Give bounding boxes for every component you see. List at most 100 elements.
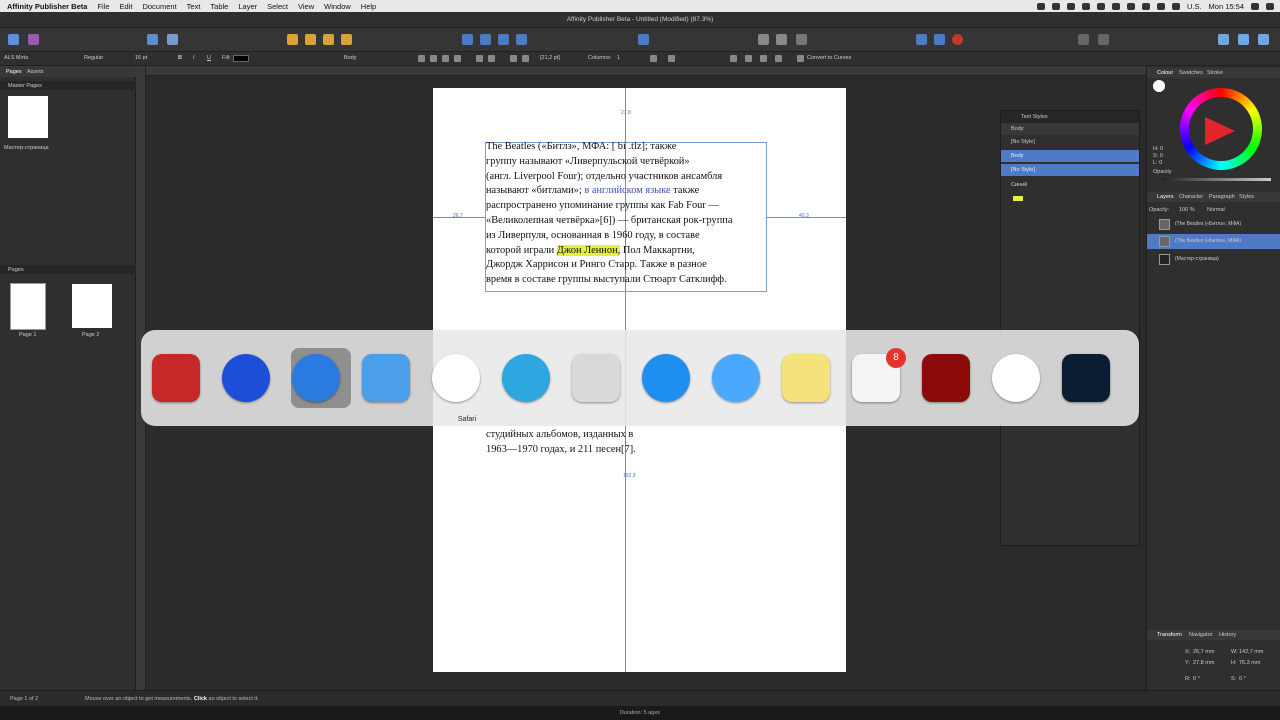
menu-table[interactable]: Table: [205, 2, 233, 11]
video-editor-icon[interactable]: [216, 348, 276, 408]
text-style-row[interactable]: [No Style]: [1001, 136, 1139, 148]
w-field[interactable]: 142,7 mm: [1239, 649, 1263, 655]
align-icon[interactable]: [638, 34, 649, 45]
insert-icon[interactable]: [776, 34, 787, 45]
y-field[interactable]: 27,8 mm: [1193, 660, 1214, 666]
text-flow-icon[interactable]: [650, 55, 657, 62]
master-page-thumbnail[interactable]: [8, 96, 48, 138]
safari-icon[interactable]: [286, 348, 346, 408]
menu-app-name[interactable]: Affinity Publisher Beta: [2, 2, 92, 11]
mail-icon[interactable]: [566, 348, 626, 408]
headphones-icon[interactable]: [1111, 2, 1120, 10]
underline-button[interactable]: U: [207, 55, 211, 61]
tab-history[interactable]: History: [1219, 632, 1236, 638]
flip-icon[interactable]: [480, 34, 491, 45]
align-center-icon[interactable]: [430, 55, 437, 62]
cloud-icon[interactable]: [1081, 2, 1090, 10]
text-style-row[interactable]: Body: [1001, 150, 1139, 162]
indent-icon[interactable]: [510, 55, 517, 62]
snapping-icon[interactable]: [952, 34, 963, 45]
search-icon[interactable]: [1251, 2, 1259, 10]
font-size-select[interactable]: 16 pt: [135, 55, 147, 61]
numbering-icon[interactable]: [488, 55, 495, 62]
pages-section[interactable]: Pages: [0, 265, 136, 274]
menu-document[interactable]: Document: [137, 2, 181, 11]
pilcrow-icon[interactable]: [668, 55, 675, 62]
flip-icon[interactable]: [462, 34, 473, 45]
shear-field[interactable]: 0 °: [1239, 676, 1246, 682]
tab-paragraph[interactable]: Paragraph: [1209, 194, 1235, 200]
transform-icon[interactable]: [760, 55, 767, 62]
app-store-icon[interactable]: [636, 348, 696, 408]
horizontal-ruler[interactable]: [146, 66, 1146, 76]
arrange-icon[interactable]: [341, 34, 352, 45]
layer-opacity-value[interactable]: 100 %: [1179, 207, 1195, 213]
clock-icon[interactable]: [1126, 2, 1135, 10]
text-style-row[interactable]: Body: [1001, 123, 1139, 135]
share-icon[interactable]: [147, 34, 158, 45]
columns-field[interactable]: 1: [617, 55, 620, 61]
clock[interactable]: Mon 15:54: [1209, 2, 1244, 11]
leading-field[interactable]: [21,2 pt]: [540, 55, 560, 61]
w-app-icon[interactable]: [986, 348, 1046, 408]
photoshop-icon[interactable]: [1056, 348, 1116, 408]
layer-row[interactable]: (Мастер-страница): [1147, 252, 1280, 267]
status-icon[interactable]: [1051, 2, 1060, 10]
align-left-icon[interactable]: [418, 55, 425, 62]
x-field[interactable]: 26,7 mm: [1193, 649, 1214, 655]
layer-row[interactable]: (The Beatles («Битлз», МФА): [1147, 217, 1280, 232]
blend-mode-select[interactable]: Normal: [1207, 207, 1225, 213]
bluetooth-icon[interactable]: [1141, 2, 1150, 10]
messages-icon[interactable]: [706, 348, 766, 408]
telegram-icon[interactable]: [496, 348, 556, 408]
affinity-publisher-beta-icon[interactable]: [146, 348, 206, 408]
itunes-icon[interactable]: [426, 348, 486, 408]
cloud-icon[interactable]: [1096, 2, 1105, 10]
opacity-slider[interactable]: [1161, 178, 1271, 181]
fill-swatch[interactable]: [233, 55, 249, 62]
arrange-icon[interactable]: [287, 34, 298, 45]
bullets-icon[interactable]: [476, 55, 483, 62]
studio-icon[interactable]: [1218, 34, 1229, 45]
italic-button[interactable]: I: [193, 55, 195, 61]
tab-styles[interactable]: Styles: [1239, 194, 1254, 200]
insert-icon[interactable]: [796, 34, 807, 45]
reminders-icon[interactable]: 8: [846, 348, 906, 408]
studio-icon[interactable]: [1258, 34, 1269, 45]
add-icon[interactable]: [1098, 34, 1109, 45]
arrange-icon[interactable]: [323, 34, 334, 45]
align-right-icon[interactable]: [442, 55, 449, 62]
add-icon[interactable]: [1078, 34, 1089, 45]
tab-transform[interactable]: Transform: [1157, 632, 1182, 638]
outdent-icon[interactable]: [522, 55, 529, 62]
tab-swatches[interactable]: Swatches: [1179, 70, 1203, 76]
text-link[interactable]: в английском языке: [584, 185, 670, 196]
status-icon[interactable]: [1066, 2, 1075, 10]
tab-layers[interactable]: Layers: [1157, 194, 1174, 200]
menu-text[interactable]: Text: [182, 2, 206, 11]
tab-colour[interactable]: Colour: [1157, 70, 1173, 76]
list-icon[interactable]: [1266, 2, 1274, 10]
menu-select[interactable]: Select: [262, 2, 293, 11]
page-2-thumbnail[interactable]: [72, 284, 112, 328]
menu-layer[interactable]: Layer: [233, 2, 262, 11]
menu-file[interactable]: File: [92, 2, 114, 11]
layer-row-selected[interactable]: (The Beatles («Битлз», МФА): [1147, 234, 1280, 249]
fill-colour-icon[interactable]: [1153, 80, 1165, 92]
highlight-swatch[interactable]: [1013, 196, 1023, 201]
colour-triangle[interactable]: [1205, 117, 1235, 145]
menu-edit[interactable]: Edit: [115, 2, 138, 11]
transform-icon[interactable]: [745, 55, 752, 62]
bold-button[interactable]: B: [178, 55, 182, 61]
input-language[interactable]: U.S.: [1187, 2, 1202, 11]
rotate-icon[interactable]: [516, 34, 527, 45]
insert-icon[interactable]: [758, 34, 769, 45]
transform-icon[interactable]: [775, 55, 782, 62]
page-1-thumbnail[interactable]: [10, 283, 46, 330]
font-style-select[interactable]: Regular: [84, 55, 103, 61]
menu-window[interactable]: Window: [319, 2, 356, 11]
studio-icon[interactable]: [1238, 34, 1249, 45]
convert-to-curves-icon[interactable]: [797, 55, 804, 62]
tab-assets[interactable]: Assets: [27, 69, 44, 75]
paragraph-style-select[interactable]: Body: [344, 55, 357, 61]
